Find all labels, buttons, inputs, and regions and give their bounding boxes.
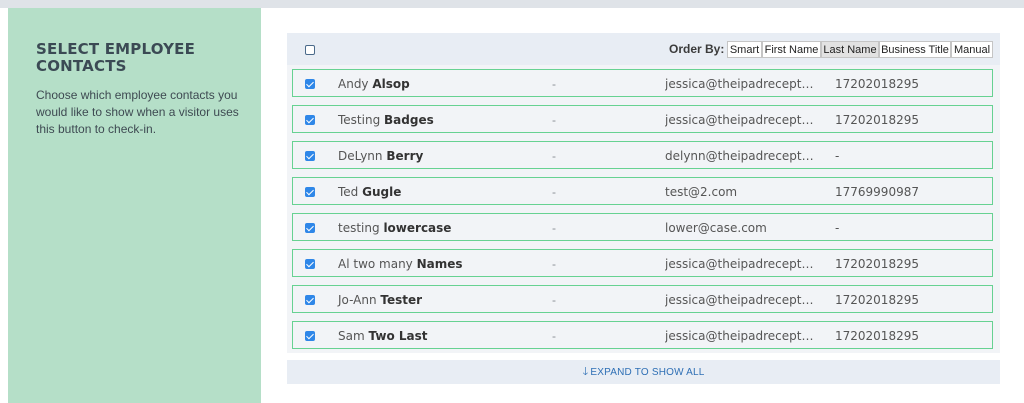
contact-first-name: DeLynn [338, 149, 383, 163]
contact-row[interactable]: Testing Badges - jessica@theipadreceptioni… [292, 105, 993, 133]
contact-phone: - [835, 221, 840, 235]
contact-row[interactable]: testing lowercase - lower@case.com - [292, 213, 993, 241]
contact-last-name: Names [416, 257, 463, 271]
contact-name: DeLynn Berry [338, 149, 423, 163]
contact-first-name: Ted [338, 185, 359, 199]
contact-last-name: Gugle [362, 185, 402, 199]
contact-title: - [552, 293, 556, 307]
contact-last-name: Berry [386, 149, 424, 163]
contact-title: - [552, 185, 556, 199]
contact-checkbox[interactable] [305, 223, 315, 233]
contact-title: - [552, 221, 556, 235]
arrow-down-icon: 🡓 [582, 366, 589, 378]
contact-first-name: Sam [338, 329, 365, 343]
contact-first-name: Jo-Ann [338, 293, 377, 307]
contact-email: jessica@theipadreceptionist.com [665, 113, 815, 127]
contact-first-name: Andy [338, 77, 369, 91]
contact-title: - [552, 257, 556, 271]
sort-last-name-button[interactable]: Last Name [821, 41, 879, 58]
contact-title: - [552, 113, 556, 127]
contact-checkbox[interactable] [305, 151, 315, 161]
contact-name: Testing Badges [338, 113, 434, 127]
contact-email: test@2.com [665, 185, 738, 199]
contact-checkbox[interactable] [305, 295, 315, 305]
contact-phone: 17769990987 [835, 185, 919, 199]
sidebar-panel: SELECT EMPLOYEE CONTACTS Choose which em… [8, 8, 261, 403]
contact-title: - [552, 149, 556, 163]
contact-last-name: Badges [384, 113, 434, 127]
contact-phone: 17202018295 [835, 329, 919, 343]
contact-last-name: Tester [380, 293, 423, 307]
section-description: Choose which employee contacts you would… [36, 88, 239, 136]
contact-last-name: Two Last [368, 329, 428, 343]
contact-checkbox[interactable] [305, 115, 315, 125]
contacts-panel: Order By: Smart First Name Last Name Bus… [287, 33, 1000, 353]
contact-email: lower@case.com [665, 221, 767, 235]
contact-checkbox[interactable] [305, 187, 315, 197]
contact-email: jessica@theipadreceptionist.com [665, 257, 815, 271]
contact-email: jessica@theipadreceptionist.com [665, 77, 815, 91]
contact-phone: 17202018295 [835, 257, 919, 271]
contact-email: jessica@theipadreceptionist.com [665, 293, 815, 307]
contact-row[interactable]: Jo-Ann Tester - jessica@theipadreceptionis… [292, 285, 993, 313]
sort-business-title-button[interactable]: Business Title [879, 41, 951, 58]
contact-name: Sam Two Last [338, 329, 428, 343]
contact-email: delynn@theipadreceptionist.com [665, 149, 815, 163]
contact-title: - [552, 77, 556, 91]
sort-first-name-button[interactable]: First Name [762, 41, 821, 58]
top-bar [0, 0, 1024, 8]
contact-checkbox[interactable] [305, 331, 315, 341]
list-header: Order By: Smart First Name Last Name Bus… [287, 33, 1000, 65]
contact-email: jessica@theipadreceptionist.com [665, 329, 815, 343]
contact-row[interactable]: Al two many Names - jessica@theipadrecepti… [292, 249, 993, 277]
contact-phone: 17202018295 [835, 113, 919, 127]
section-title: SELECT EMPLOYEE CONTACTS [36, 40, 196, 75]
contact-name: Jo-Ann Tester [338, 293, 422, 307]
contact-first-name: Testing [338, 113, 381, 127]
contact-checkbox[interactable] [305, 259, 315, 269]
contact-phone: 17202018295 [835, 293, 919, 307]
contact-name: Al two many Names [338, 257, 463, 271]
contact-row[interactable]: Sam Two Last - jessica@theipadreceptionist… [292, 321, 993, 349]
contact-phone: 17202018295 [835, 77, 919, 91]
select-all-checkbox[interactable] [305, 45, 315, 55]
expand-label: EXPAND TO SHOW ALL [590, 367, 705, 378]
contact-name: testing lowercase [338, 221, 451, 235]
expand-button[interactable]: 🡓 EXPAND TO SHOW ALL [287, 360, 1000, 384]
sort-manual-button[interactable]: Manual [951, 41, 993, 58]
contact-first-name: testing [338, 221, 380, 235]
order-by-label: Order By: [669, 42, 725, 56]
sort-smart-button[interactable]: Smart [727, 41, 762, 58]
contact-checkbox[interactable] [305, 79, 315, 89]
contact-first-name: Al two many [338, 257, 413, 271]
contact-row[interactable]: Ted Gugle - test@2.com 17769990987 [292, 177, 993, 205]
contact-name: Andy Alsop [338, 77, 410, 91]
contact-name: Ted Gugle [338, 185, 401, 199]
contact-phone: - [835, 149, 840, 163]
contact-row[interactable]: Andy Alsop - jessica@theipadreceptionist.c… [292, 69, 993, 97]
contact-last-name: lowercase [383, 221, 452, 235]
contact-row[interactable]: DeLynn Berry - delynn@theipadreceptionist.… [292, 141, 993, 169]
contact-title: - [552, 329, 556, 343]
contact-last-name: Alsop [372, 77, 410, 91]
